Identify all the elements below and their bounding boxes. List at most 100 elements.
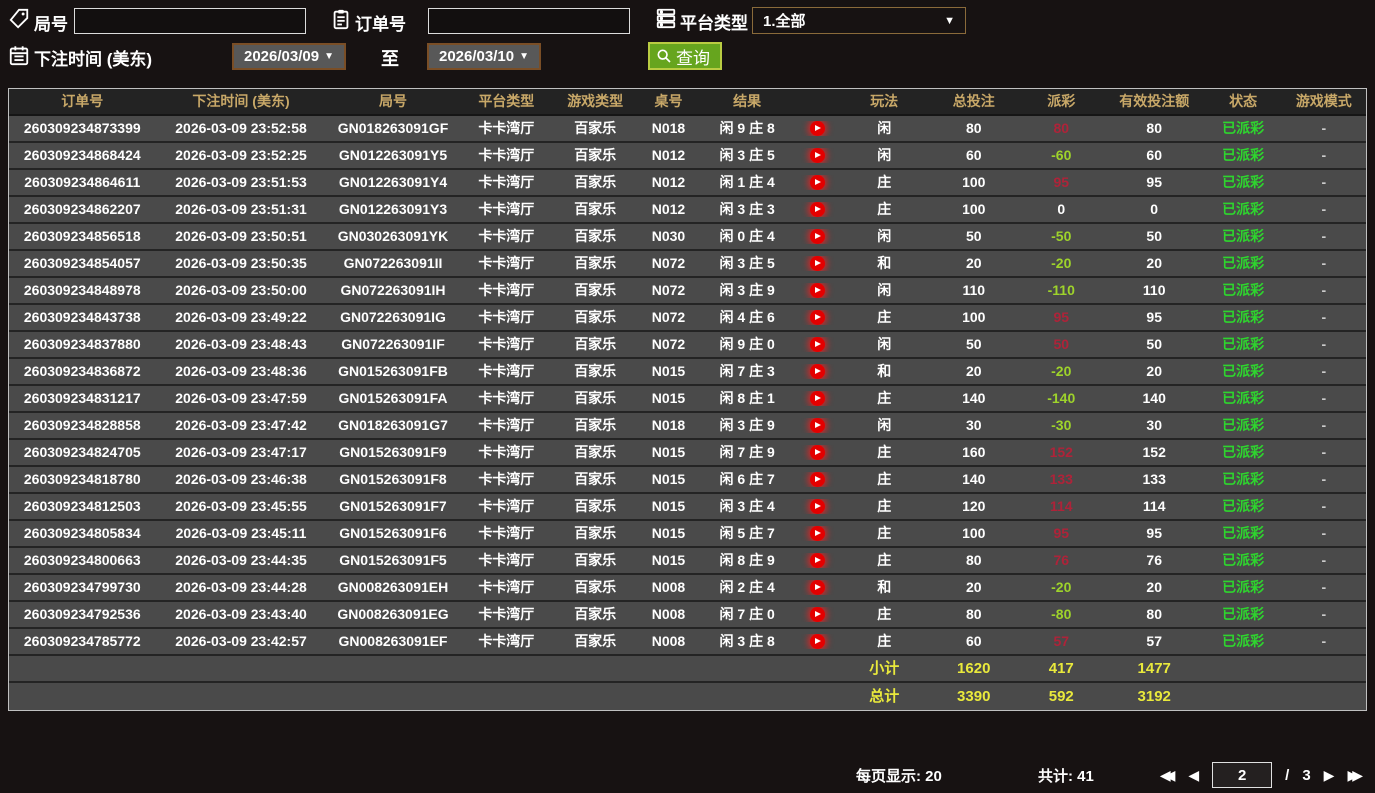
current-page-input[interactable] bbox=[1212, 762, 1273, 788]
platform-cell: 卡卡湾厅 bbox=[478, 336, 535, 352]
table-row: 260309234873399 2026-03-09 23:52:58 GN01… bbox=[9, 116, 1366, 143]
platform-cell: 卡卡湾厅 bbox=[478, 309, 535, 325]
play-video-button[interactable] bbox=[809, 283, 825, 298]
play-video-button[interactable] bbox=[809, 229, 825, 244]
valid-bet-cell: 50 bbox=[1146, 228, 1162, 244]
last-page-icon[interactable] bbox=[1347, 763, 1363, 787]
game-type-cell: 百家乐 bbox=[574, 525, 617, 541]
bet-time-cell: 2026-03-09 23:49:22 bbox=[175, 309, 307, 325]
play-video-button[interactable] bbox=[809, 202, 825, 217]
play-video-button[interactable] bbox=[809, 148, 825, 163]
play-video-button[interactable] bbox=[809, 526, 825, 541]
play-video-button[interactable] bbox=[809, 580, 825, 595]
table-header-row: 订单号 下注时间 (美东) 局号 平台类型 游戏类型 桌号 结果 玩法 总投注 … bbox=[9, 89, 1366, 116]
game-mode-cell: - bbox=[1321, 120, 1327, 136]
valid-bet-cell: 0 bbox=[1150, 201, 1159, 217]
grand-total-row: 总计 3390 592 3192 bbox=[9, 683, 1366, 710]
payout-cell: 152 bbox=[1049, 444, 1073, 460]
play-video-button[interactable] bbox=[809, 121, 825, 136]
bet-type-cell: 和 bbox=[877, 255, 892, 271]
game-mode-cell: - bbox=[1321, 552, 1327, 568]
table-number-cell: N072 bbox=[651, 255, 686, 271]
replay-cell bbox=[795, 256, 840, 271]
chevron-down-icon bbox=[324, 51, 334, 62]
status-badge: 已派彩 bbox=[1222, 228, 1265, 244]
platform-cell: 卡卡湾厅 bbox=[478, 255, 535, 271]
platform-cell: 卡卡湾厅 bbox=[478, 579, 535, 595]
next-page-icon[interactable] bbox=[1324, 763, 1335, 787]
play-video-button[interactable] bbox=[809, 445, 825, 460]
round-number-cell: GN008263091EF bbox=[338, 633, 448, 649]
play-video-button[interactable] bbox=[809, 607, 825, 622]
bet-type-cell: 庄 bbox=[877, 606, 892, 622]
play-video-button[interactable] bbox=[809, 391, 825, 406]
replay-cell bbox=[795, 634, 840, 649]
bet-type-cell: 闲 bbox=[877, 336, 892, 352]
game-mode-cell: - bbox=[1321, 363, 1327, 379]
payout-cell: -20 bbox=[1051, 579, 1072, 595]
bet-type-cell: 庄 bbox=[877, 633, 892, 649]
play-video-button[interactable] bbox=[809, 175, 825, 190]
game-type-cell: 百家乐 bbox=[574, 363, 617, 379]
previous-page-icon[interactable] bbox=[1188, 763, 1199, 787]
play-video-button[interactable] bbox=[809, 310, 825, 325]
query-button[interactable]: 查询 bbox=[648, 42, 722, 70]
game-mode-cell: - bbox=[1321, 606, 1327, 622]
round-number-input[interactable] bbox=[74, 8, 306, 34]
table-row: 260309234848978 2026-03-09 23:50:00 GN07… bbox=[9, 278, 1366, 305]
bet-time-cell: 2026-03-09 23:42:57 bbox=[175, 633, 307, 649]
bet-type-cell: 闲 bbox=[877, 228, 892, 244]
col-header-valid-bet: 有效投注额 bbox=[1119, 93, 1190, 109]
tag-icon bbox=[8, 8, 30, 30]
payout-cell: -50 bbox=[1051, 228, 1072, 244]
round-number-cell: GN015263091F8 bbox=[339, 471, 447, 487]
total-bet-cell: 80 bbox=[965, 606, 982, 622]
grand-total-valid-bet: 3192 bbox=[1137, 688, 1171, 705]
first-page-icon[interactable] bbox=[1160, 763, 1176, 787]
total-count-value: 41 bbox=[1077, 768, 1094, 785]
payout-cell: -20 bbox=[1051, 363, 1072, 379]
payout-cell: 50 bbox=[1053, 336, 1070, 352]
play-video-button[interactable] bbox=[809, 364, 825, 379]
status-badge: 已派彩 bbox=[1222, 201, 1265, 217]
per-page-label: 每页显示: bbox=[856, 768, 921, 785]
date-from-value: 2026/03/09 bbox=[244, 48, 320, 65]
payout-cell: -60 bbox=[1051, 147, 1072, 163]
valid-bet-cell: 76 bbox=[1146, 552, 1162, 568]
game-type-cell: 百家乐 bbox=[574, 147, 617, 163]
result-cell: 闲 7 庄 3 bbox=[719, 363, 775, 379]
order-number-cell: 260309234824705 bbox=[23, 444, 141, 460]
game-type-cell: 百家乐 bbox=[574, 471, 617, 487]
game-mode-cell: - bbox=[1321, 309, 1327, 325]
date-from-picker[interactable]: 2026/03/09 bbox=[232, 43, 346, 70]
bet-time-cell: 2026-03-09 23:43:40 bbox=[175, 606, 307, 622]
bet-type-cell: 闲 bbox=[877, 417, 892, 433]
col-header-table: 桌号 bbox=[654, 93, 683, 109]
bet-time-cell: 2026-03-09 23:45:11 bbox=[175, 525, 307, 541]
play-video-button[interactable] bbox=[809, 553, 825, 568]
platform-cell: 卡卡湾厅 bbox=[478, 147, 535, 163]
game-mode-cell: - bbox=[1321, 390, 1327, 406]
order-number-cell: 260309234856518 bbox=[23, 228, 141, 244]
play-video-button[interactable] bbox=[809, 472, 825, 487]
play-video-button[interactable] bbox=[809, 499, 825, 514]
table-number-cell: N072 bbox=[651, 309, 686, 325]
replay-cell bbox=[795, 391, 840, 406]
play-video-button[interactable] bbox=[809, 634, 825, 649]
play-video-button[interactable] bbox=[809, 256, 825, 271]
order-number-cell: 260309234792536 bbox=[23, 606, 141, 622]
date-to-picker[interactable]: 2026/03/10 bbox=[427, 43, 541, 70]
table-row: 260309234785772 2026-03-09 23:42:57 GN00… bbox=[9, 629, 1366, 656]
play-video-button[interactable] bbox=[809, 418, 825, 433]
platform-type-select[interactable]: 1.全部 bbox=[752, 7, 966, 34]
status-badge: 已派彩 bbox=[1222, 498, 1265, 514]
payout-cell: -20 bbox=[1051, 255, 1072, 271]
play-video-button[interactable] bbox=[809, 337, 825, 352]
order-number-input[interactable] bbox=[428, 8, 630, 34]
replay-cell bbox=[795, 337, 840, 352]
replay-cell bbox=[795, 121, 840, 136]
round-number-cell: GN012263091Y4 bbox=[338, 174, 448, 190]
bet-time-cell: 2026-03-09 23:48:43 bbox=[175, 336, 307, 352]
game-type-cell: 百家乐 bbox=[574, 417, 617, 433]
platform-type-label: 平台类型 bbox=[680, 14, 748, 33]
